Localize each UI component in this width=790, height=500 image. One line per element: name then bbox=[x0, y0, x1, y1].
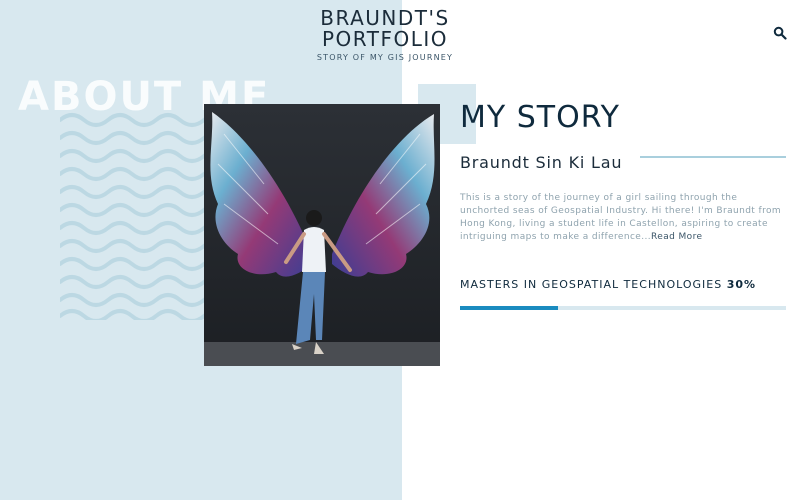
story-title: MY STORY bbox=[460, 100, 620, 135]
story-paragraph: This is a story of the journey of a girl… bbox=[460, 192, 786, 244]
story-text: This is a story of the journey of a girl… bbox=[460, 193, 782, 242]
site-title[interactable]: BRAUNDT'S PORTFOLIO bbox=[300, 8, 470, 50]
search-icon[interactable] bbox=[773, 26, 787, 40]
site-tagline: STORY OF MY GIS JOURNEY bbox=[316, 53, 454, 62]
wave-pattern-decoration bbox=[60, 113, 210, 320]
skill-percent: 30% bbox=[726, 278, 757, 291]
author-divider bbox=[640, 156, 786, 158]
profile-photo bbox=[204, 104, 440, 366]
skill-name: MASTERS IN GEOSPATIAL TECHNOLOGIES bbox=[460, 278, 723, 291]
skill-label: MASTERS IN GEOSPATIAL TECHNOLOGIES 30% bbox=[460, 278, 756, 291]
read-more-link[interactable]: Read More bbox=[651, 232, 702, 242]
author-name: Braundt Sin Ki Lau bbox=[460, 153, 623, 172]
site-brand[interactable]: BRAUNDT'S PORTFOLIO STORY OF MY GIS JOUR… bbox=[300, 8, 470, 63]
wings-mural-image bbox=[204, 104, 440, 366]
skill-progress-bar bbox=[460, 306, 786, 310]
skill-progress-fill bbox=[460, 306, 558, 310]
